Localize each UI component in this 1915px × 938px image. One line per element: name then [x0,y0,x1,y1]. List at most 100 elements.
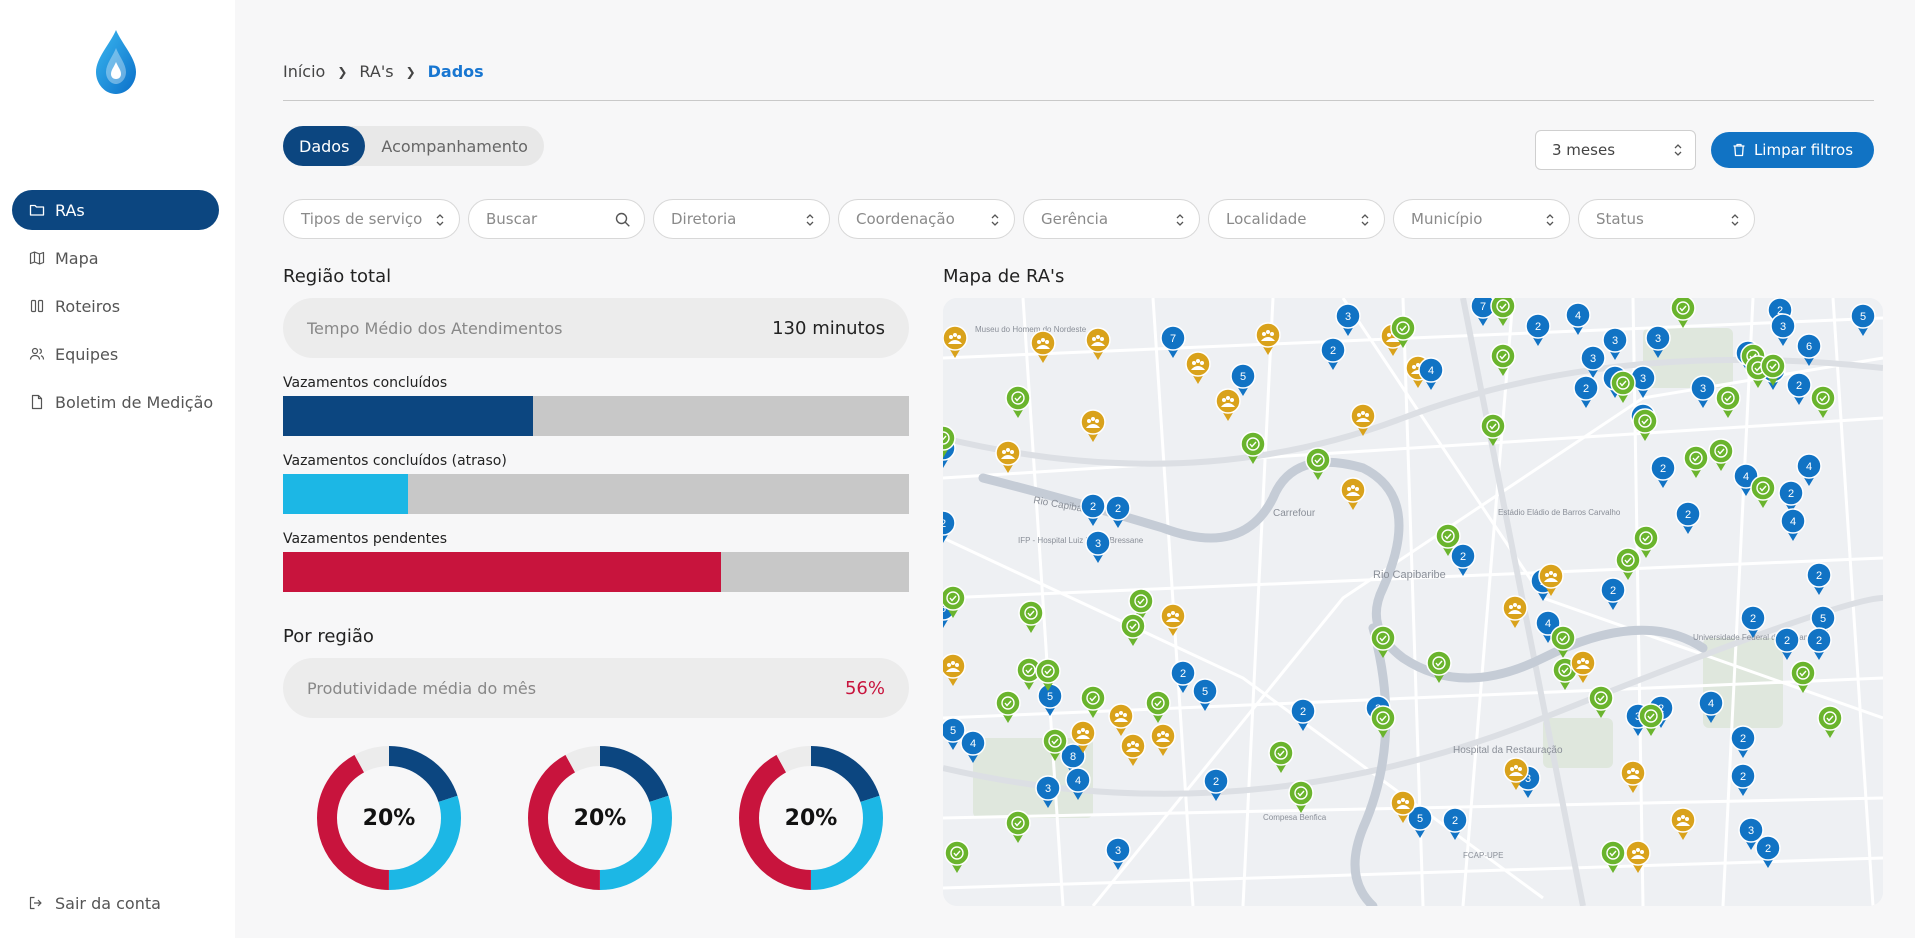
main-content: Início ❯ RA's ❯ Dados Dados Acompanhamen… [235,0,1915,938]
filter-gerencia[interactable]: Gerência [1023,199,1200,239]
svg-text:2: 2 [1685,509,1691,521]
progress-bar-pendentes [283,552,909,592]
svg-text:5: 5 [950,725,956,737]
period-select-value: 3 meses [1552,141,1616,159]
filter-tipos-de-servico[interactable]: Tipos de serviço [283,199,460,239]
svg-text:4: 4 [970,738,976,750]
breadcrumb-item-inicio[interactable]: Início [283,62,325,81]
filter-label: Status [1596,210,1644,228]
map-label: Compesa Benfica [1263,813,1327,822]
view-tabs: Dados Acompanhamento [283,126,544,166]
svg-text:2: 2 [1583,383,1589,395]
svg-text:5: 5 [1860,311,1866,323]
sidebar-item-equipes[interactable]: Equipes [12,334,219,374]
svg-text:2: 2 [1750,613,1756,625]
sidebar-item-mapa[interactable]: Mapa [12,238,219,278]
map-title: Mapa de RA's [943,266,1065,287]
clear-filters-button[interactable]: Limpar filtros [1711,132,1874,168]
map-label: IFP - Hospital Luiz Felipe Bressane [1018,536,1144,545]
svg-text:2: 2 [1610,585,1616,597]
tab-dados[interactable]: Dados [283,126,366,166]
filter-localidade[interactable]: Localidade [1208,199,1385,239]
svg-text:5: 5 [1240,371,1246,383]
svg-text:7: 7 [1170,333,1176,345]
progress-fill [283,396,534,436]
sort-arrows-icon [1674,144,1682,156]
svg-text:5: 5 [1047,691,1053,703]
region-donut-chart: 20% [315,744,463,892]
progress-fill [283,552,722,592]
breadcrumb-divider [283,100,1874,101]
search-input[interactable]: Buscar [468,199,645,239]
svg-text:5: 5 [1820,613,1826,625]
svg-text:3: 3 [1640,373,1646,385]
logout-button[interactable]: Sair da conta [28,894,161,913]
svg-text:4: 4 [1075,775,1081,787]
bar-label-concluidos-atraso: Vazamentos concluídos (atraso) [283,453,507,469]
sort-arrows-icon [1176,214,1184,226]
svg-text:2: 2 [1213,776,1219,788]
donut-value-label: 20% [573,805,627,831]
map-icon [28,249,46,267]
logout-icon [28,895,46,913]
progress-fill [283,474,409,514]
sidebar-item-boletim[interactable]: Boletim de Medição [12,382,219,422]
filter-label: Coordenação [856,210,955,228]
region-donut-chart: 20% [737,744,885,892]
sidebar-item-ras[interactable]: RAs [12,190,219,230]
por-regiao-title: Por região [283,626,374,647]
bar-label-pendentes: Vazamentos pendentes [283,531,448,547]
avg-time-value: 130 minutos [772,317,885,339]
sidebar-item-label: RAs [55,200,85,220]
filter-diretoria[interactable]: Diretoria [653,199,830,239]
sort-arrows-icon [1361,214,1369,226]
regiao-total-title: Região total [283,266,392,287]
svg-text:2: 2 [1535,321,1541,333]
ra-map[interactable]: Rio Capibaribe Rio Capibaribe Carrefour … [943,298,1883,906]
breadcrumb: Início ❯ RA's ❯ Dados [283,62,484,81]
filter-status[interactable]: Status [1578,199,1755,239]
svg-text:2: 2 [1090,501,1096,513]
sidebar-nav: RAs Mapa Roteiros Equipes Boletim de Med… [12,190,219,430]
svg-text:3: 3 [1590,353,1596,365]
filter-label: Diretoria [671,210,737,228]
svg-text:2: 2 [1816,570,1822,582]
filter-label: Localidade [1226,210,1307,228]
svg-text:2: 2 [1765,843,1771,855]
avg-time-label: Tempo Médio dos Atendimentos [307,318,563,338]
map-label: Hospital da Restauração [1453,745,1563,756]
svg-text:2: 2 [1740,733,1746,745]
svg-text:2: 2 [1452,815,1458,827]
filter-label: Tipos de serviço [301,210,423,228]
filter-coordenacao[interactable]: Coordenação [838,199,1015,239]
sort-arrows-icon [991,214,999,226]
sort-arrows-icon [1731,214,1739,226]
svg-text:2: 2 [1784,635,1790,647]
sidebar-item-roteiros[interactable]: Roteiros [12,286,219,326]
breadcrumb-item-dados: Dados [427,62,484,81]
svg-text:2: 2 [1460,551,1466,563]
sort-arrows-icon [436,214,444,226]
svg-text:2: 2 [1740,771,1746,783]
map-label: Estádio Eládio de Barros Carvalho [1498,508,1621,517]
filter-municipio[interactable]: Município [1393,199,1570,239]
svg-text:4: 4 [1743,471,1749,483]
map-label: Museu do Homem do Nordeste [975,325,1087,334]
bar-label-concluidos: Vazamentos concluídos [283,375,448,391]
filter-bar: Tipos de serviço Buscar Diretoria Coorde… [283,199,1763,239]
chevron-right-icon: ❯ [405,64,416,79]
tab-acompanhamento[interactable]: Acompanhamento [365,126,544,166]
svg-text:3: 3 [1655,333,1661,345]
svg-text:4: 4 [1790,516,1796,528]
period-select[interactable]: 3 meses [1535,130,1696,170]
trash-icon [1733,143,1745,157]
folder-icon [28,201,46,219]
map-label: Rio Capibaribe [1373,569,1446,581]
svg-text:3: 3 [1345,311,1351,323]
svg-text:4: 4 [1806,461,1812,473]
svg-text:3: 3 [1700,383,1706,395]
map-canvas[interactable]: Rio Capibaribe Rio Capibaribe Carrefour … [943,298,1883,906]
region-donut-chart: 20% [526,744,674,892]
breadcrumb-item-ras[interactable]: RA's [359,62,393,81]
sidebar-item-label: Boletim de Medição [55,392,214,412]
